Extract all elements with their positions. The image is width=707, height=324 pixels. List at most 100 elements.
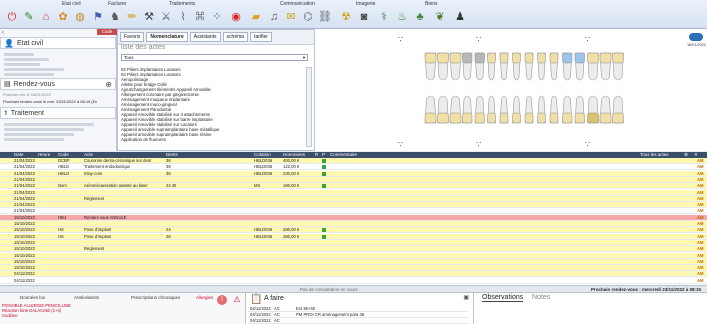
dots-icon[interactable]: ⁘: [209, 9, 225, 25]
home-icon[interactable]: ⌂: [38, 9, 54, 25]
tooth-crown[interactable]: [512, 52, 521, 64]
tooth-crown[interactable]: [562, 52, 573, 64]
tab-prescriptions[interactable]: Prescriptions chroniques: [131, 295, 180, 300]
tooth-crown[interactable]: [512, 112, 521, 124]
tab-donnees-bio[interactable]: Données bio: [20, 295, 45, 300]
tooth-crown[interactable]: [424, 52, 437, 64]
rdv-header[interactable]: ▤ Rendez-vous ⊕: [0, 78, 116, 90]
tab-observations[interactable]: Observations: [482, 294, 524, 302]
table-row[interactable]: 15/10/2022 AM: [0, 258, 707, 265]
table-row[interactable]: 21/04/2022 AM: [0, 208, 707, 215]
probe-icon[interactable]: ⌇: [175, 9, 191, 25]
folder-icon[interactable]: ▰: [248, 9, 264, 25]
table-row[interactable]: 21/04/2022 Nom Aéromécanisation assisté au…: [0, 183, 707, 190]
tab-schema[interactable]: schéma: [222, 32, 249, 42]
table-row[interactable]: 15/10/2022 AM: [0, 252, 707, 259]
acts-filter-select[interactable]: Tous ▼: [121, 54, 308, 61]
profile-badge-icon[interactable]: [689, 33, 703, 41]
table-row[interactable]: 21/04/2022 AM: [0, 202, 707, 209]
table-row[interactable]: 15/10/2022 HS Pose d'implant 26 HBLD036 280,0…: [0, 233, 707, 240]
tooth-crown[interactable]: [474, 112, 485, 124]
table-row[interactable]: 21/04/2022 AM: [0, 176, 707, 183]
tooth-crown[interactable]: [499, 112, 509, 124]
tooth-crown[interactable]: [574, 112, 585, 124]
table-row[interactable]: 15/10/2022 AM: [0, 265, 707, 272]
tooth-crown[interactable]: [524, 112, 534, 124]
next-rdv-status[interactable]: Prochain rendez-vous : mercredi 23/11/20…: [591, 287, 701, 292]
bell-icon[interactable]: ♫: [266, 9, 282, 25]
traitement-header[interactable]: ⚕ Traitement: [0, 107, 116, 119]
tooth-crown[interactable]: [562, 112, 573, 124]
tooth-crown[interactable]: [449, 52, 462, 64]
expand-icon[interactable]: ▣: [463, 294, 469, 301]
tab-nomenclature[interactable]: Nomenclature: [146, 32, 188, 42]
menu-traitements[interactable]: Traitements: [169, 1, 195, 7]
menu-imagerie[interactable]: Imagerie: [356, 1, 375, 7]
tooth-crown[interactable]: [574, 52, 585, 64]
camera-icon[interactable]: ◙: [356, 9, 372, 25]
tooth-crown[interactable]: [462, 52, 473, 64]
code-cps-badge[interactable]: Code CPS: [97, 29, 117, 40]
table-row[interactable]: 15/10/2022 Règlement AM: [0, 246, 707, 253]
pencil-icon[interactable]: ✏: [124, 9, 140, 25]
table-row[interactable]: 15/10/2022 HBJ Rendez-vous ANNULÉ AM: [0, 214, 707, 221]
tooth-crown[interactable]: [487, 52, 496, 64]
table-row[interactable]: 21/04/2022 HBLD Inlay-core 36 HBLD036 230,00 …: [0, 170, 707, 177]
alert-icon[interactable]: !: [217, 295, 227, 305]
plant-icon[interactable]: ❦: [432, 9, 448, 25]
tooth-crown[interactable]: [437, 52, 449, 64]
table-row[interactable]: 15/10/2022 HS Pose d'implant 24 HBLD036 280,0…: [0, 227, 707, 234]
tab-assistants[interactable]: Assistants: [189, 32, 221, 42]
sprout-icon[interactable]: ♣: [412, 9, 428, 25]
menu-communication[interactable]: Communication: [280, 1, 315, 7]
tab-allergies[interactable]: Allergies: [196, 295, 213, 300]
link-icon[interactable]: ⛓: [317, 9, 333, 25]
table-row[interactable]: 04/11/2022 AM: [0, 277, 707, 284]
table-row[interactable]: 21/04/2022 Règlement AM: [0, 195, 707, 202]
tab-notes[interactable]: Notes: [532, 294, 550, 301]
pill-icon[interactable]: ◍: [72, 9, 88, 25]
xray-icon[interactable]: ◉: [228, 9, 244, 25]
tooth-small-icon[interactable]: ♟: [452, 9, 468, 25]
tab-favoris[interactable]: Favoris: [120, 32, 145, 42]
menu-etat-civil[interactable]: Etat civil: [62, 1, 81, 7]
dental-chart[interactable]: ∵ ∵ ∵ ∵ ∵ ∵: [315, 29, 707, 151]
tab-tarifier[interactable]: tarifier: [250, 32, 272, 42]
add-rdv-icon[interactable]: ⊕: [105, 80, 112, 89]
table-row[interactable]: 21/04/2022 DCBP Couronne dento-céramique s…: [0, 158, 707, 164]
table-row[interactable]: 21/04/2022 HBLD Traitement endodontique 36 H…: [0, 164, 707, 171]
tooth-crown[interactable]: [437, 112, 449, 124]
power-icon[interactable]: ⏻: [4, 9, 20, 25]
tooth-crown[interactable]: [549, 52, 559, 64]
scanner-icon[interactable]: ⌬: [300, 9, 316, 25]
menu-facturer[interactable]: Facturer: [108, 1, 127, 7]
etat-civil-header[interactable]: 👤 Etat civil: [0, 37, 116, 49]
tooth-crown[interactable]: [424, 112, 437, 124]
todo-item[interactable]: 04/11/2022 AC: [248, 318, 468, 324]
tooth-crown[interactable]: [587, 52, 599, 64]
tooth-crown[interactable]: [599, 52, 612, 64]
tooth-crown[interactable]: [587, 112, 599, 124]
tab-antecedents[interactable]: Antécédents: [74, 295, 99, 300]
tooth-crown[interactable]: [612, 112, 624, 124]
tooth-crown[interactable]: [474, 52, 485, 64]
pen-icon[interactable]: ✎: [21, 9, 37, 25]
tooth-crown[interactable]: [537, 112, 546, 124]
stethoscope-icon[interactable]: ♨: [394, 9, 410, 25]
tooth-crown[interactable]: [524, 52, 534, 64]
table-row[interactable]: 21/04/2022 AM: [0, 189, 707, 196]
act-list-item[interactable]: Application de fluorures: [121, 137, 305, 142]
radiation-icon[interactable]: ☢: [338, 9, 354, 25]
tooth-crown[interactable]: [487, 112, 496, 124]
table-row[interactable]: 04/11/2022 AM: [0, 271, 707, 278]
tooth-crown[interactable]: [462, 112, 473, 124]
menu-biens[interactable]: Biens: [425, 1, 438, 7]
tooth-crown[interactable]: [612, 52, 624, 64]
calendar-icon[interactable]: ✿: [55, 9, 71, 25]
tooth-crown[interactable]: [537, 52, 546, 64]
instruments-icon[interactable]: ⚔: [158, 9, 174, 25]
tooth-crown[interactable]: [449, 112, 462, 124]
table-row[interactable]: 15/10/2022 AM: [0, 239, 707, 246]
tooth-crown[interactable]: [549, 112, 559, 124]
rdv-next[interactable]: Prochain rendez-vous le mer. 23/11/2022 …: [0, 97, 116, 104]
